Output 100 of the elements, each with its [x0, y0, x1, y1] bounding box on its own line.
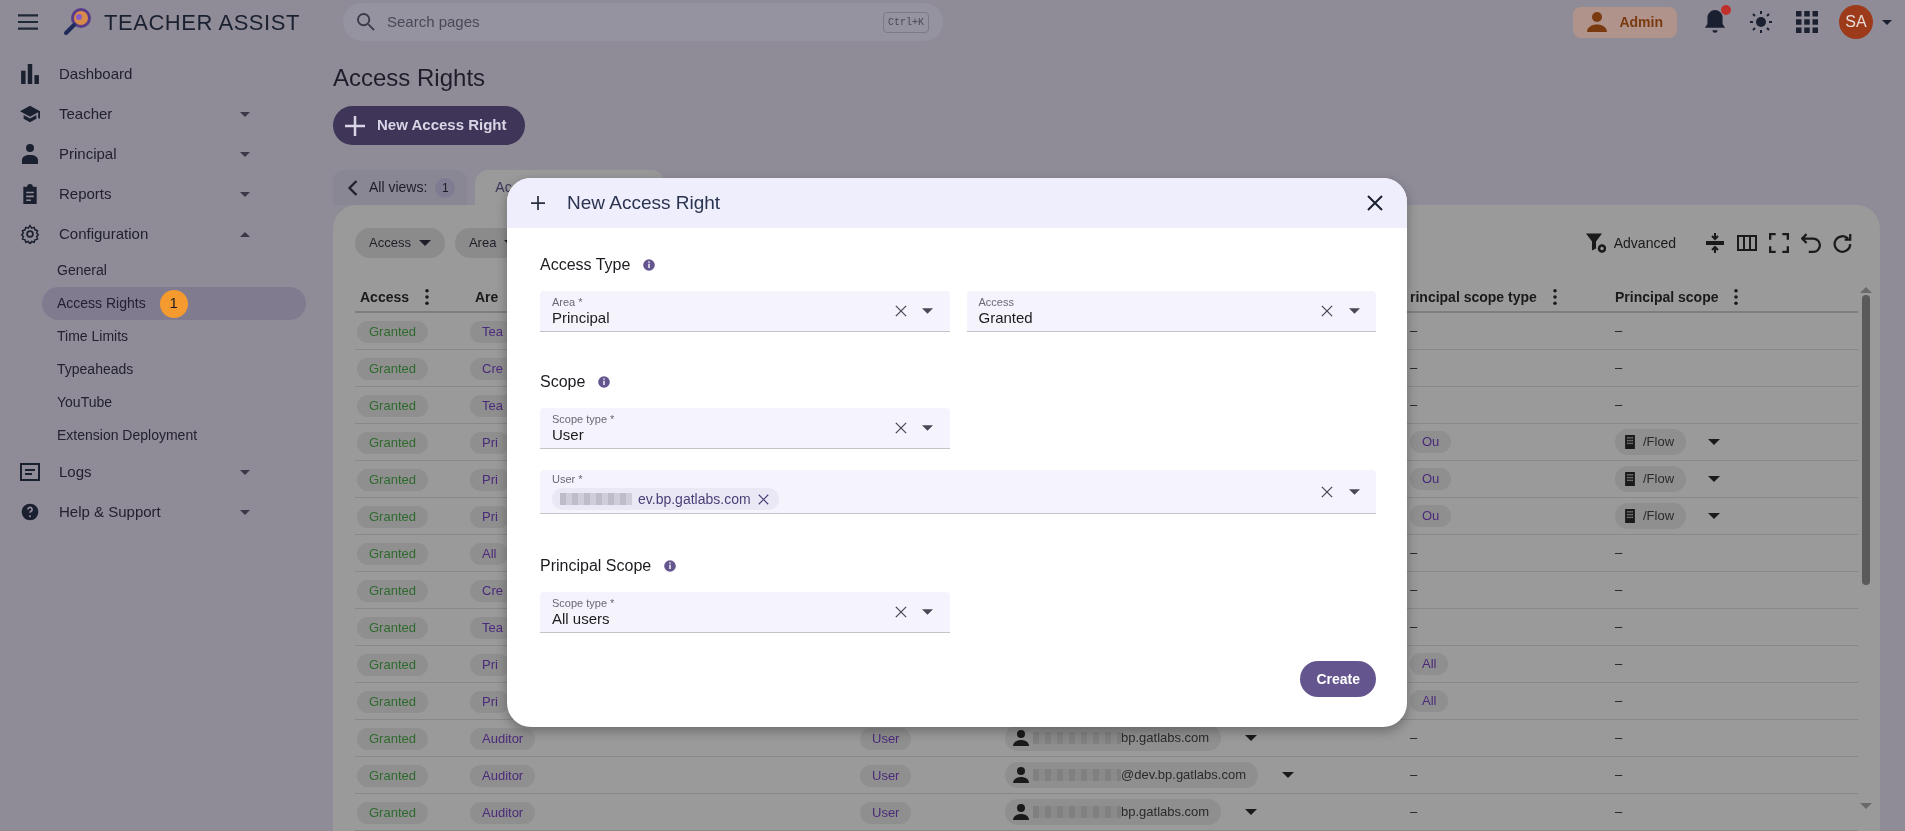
sidebar-item[interactable]: Help & Support	[0, 492, 320, 532]
sidebar-item[interactable]: Configuration	[0, 214, 320, 254]
column-header: rincipal scope type	[1410, 287, 1537, 307]
caret-icon	[418, 240, 431, 246]
scope-type-tag: User	[860, 801, 912, 824]
bar-chart-icon	[19, 64, 40, 84]
fullscreen-icon	[1769, 233, 1789, 253]
user-chip: ev.bp.gatlabs.com	[552, 488, 779, 510]
status-tag: Granted	[357, 690, 428, 713]
empty-value: –	[1410, 581, 1418, 600]
sidebar-subitem[interactable]: Access Rights 1	[42, 287, 306, 320]
filter-icon	[1585, 233, 1606, 253]
refresh-button[interactable]	[1832, 232, 1854, 254]
dropdown-icon	[1708, 476, 1721, 482]
field-label: Area *	[552, 295, 584, 309]
sidebar-subitem[interactable]: YouTube	[42, 386, 306, 419]
column-menu-icon	[1552, 289, 1557, 305]
app-title: TEACHER ASSIST	[104, 8, 300, 37]
person-icon	[1013, 767, 1029, 783]
empty-value: –	[1410, 544, 1418, 563]
select-field[interactable]: Scope type * User	[540, 408, 950, 449]
plus-icon	[531, 196, 545, 210]
status-tag: Granted	[357, 431, 428, 454]
filter-chip[interactable]: Access	[355, 228, 445, 258]
undo-icon	[1801, 233, 1821, 253]
fullscreen-button[interactable]	[1768, 232, 1790, 254]
shortcut-hint: Ctrl+K	[882, 11, 929, 33]
dialog-title: New Access Right	[567, 190, 722, 215]
field-value: Granted	[978, 308, 1034, 327]
sidebar-item[interactable]: Dashboard	[0, 54, 320, 94]
column-menu-icon	[1734, 289, 1739, 305]
columns-button[interactable]	[1736, 232, 1758, 254]
scope-tag: All	[1410, 653, 1449, 675]
empty-value: –	[1615, 692, 1623, 711]
building-icon	[1623, 435, 1637, 449]
sidebar-item[interactable]: Logs	[0, 452, 320, 492]
dropdown-icon	[1348, 308, 1360, 314]
sidebar-subitem[interactable]: Time Limits	[42, 320, 306, 353]
redacted-text	[560, 493, 632, 505]
search-input[interactable]: Search pages	[386, 10, 883, 34]
avatar[interactable]: SA	[1839, 5, 1873, 39]
columns-icon	[1737, 233, 1757, 253]
new-access-right-button[interactable]: New Access Right	[333, 106, 525, 145]
area-tag: All	[470, 542, 509, 565]
sidebar-item[interactable]: Reports	[0, 174, 320, 214]
dropdown-icon	[922, 308, 933, 314]
scrollbar-thumb[interactable]	[1862, 295, 1870, 585]
scope-type-tag: User	[860, 727, 912, 750]
status-tag: Granted	[357, 320, 428, 343]
person-icon	[19, 144, 40, 164]
empty-value: –	[1615, 396, 1623, 415]
area-tag: Auditor	[470, 801, 536, 824]
section-heading: Principal Scope	[540, 556, 652, 576]
advanced-filter-button[interactable]: Advanced	[1585, 232, 1676, 254]
dropdown-icon	[1245, 809, 1258, 815]
density-icon	[1705, 233, 1725, 253]
multi-select-field[interactable]: User * ev.bp.gatlabs.com	[540, 470, 1376, 514]
sidebar-subitem[interactable]: General	[42, 254, 306, 287]
sidebar-item[interactable]: Teacher	[0, 94, 320, 134]
org-chip: /Flow	[1615, 503, 1687, 529]
clear-icon	[1321, 305, 1333, 317]
dropdown-icon	[1245, 735, 1258, 741]
theme-button[interactable]	[1747, 8, 1775, 36]
select-field[interactable]: Access Granted	[966, 291, 1376, 332]
section-heading: Scope	[540, 372, 586, 392]
theme-icon	[1749, 10, 1773, 34]
close-icon	[1367, 195, 1383, 211]
create-button[interactable]: Create	[1300, 661, 1376, 697]
clear-icon	[894, 305, 907, 317]
undo-button[interactable]	[1800, 232, 1822, 254]
scope-type-tag: User	[860, 764, 912, 787]
select-field[interactable]: Area * Principal	[540, 291, 950, 332]
search-field[interactable]: Search pages Ctrl+K	[342, 3, 943, 41]
sidebar-subitem[interactable]: Extension Deployment	[42, 419, 306, 452]
page-title: Access Rights	[333, 63, 487, 93]
section-heading: Access Type	[540, 255, 631, 275]
sidebar-item[interactable]: Principal	[0, 134, 320, 174]
bell-icon	[1703, 10, 1727, 34]
info-icon	[642, 258, 657, 272]
empty-value: –	[1615, 655, 1623, 674]
all-views-button[interactable]: All views: 1	[333, 170, 468, 205]
empty-value: –	[1410, 766, 1418, 785]
status-tag: Granted	[357, 505, 428, 528]
search-icon	[356, 13, 375, 31]
list-icon	[19, 462, 40, 482]
status-tag: Granted	[357, 579, 428, 602]
role-button[interactable]: Admin	[1573, 6, 1677, 38]
apps-button[interactable]	[1793, 8, 1821, 36]
sidebar-subitem[interactable]: Typeaheads	[42, 353, 306, 386]
empty-value: –	[1615, 803, 1623, 822]
remove-chip-button[interactable]	[756, 492, 771, 506]
density-button[interactable]	[1704, 232, 1726, 254]
status-tag: Granted	[357, 727, 428, 750]
select-field[interactable]: Scope type * All users	[540, 592, 950, 633]
empty-value: –	[1410, 322, 1418, 341]
status-tag: Granted	[357, 801, 428, 824]
field-label: Scope type *	[552, 412, 616, 426]
info-icon	[597, 375, 612, 389]
building-icon	[1623, 509, 1637, 523]
user-chip: bp.gatlabs.com	[1005, 799, 1222, 825]
